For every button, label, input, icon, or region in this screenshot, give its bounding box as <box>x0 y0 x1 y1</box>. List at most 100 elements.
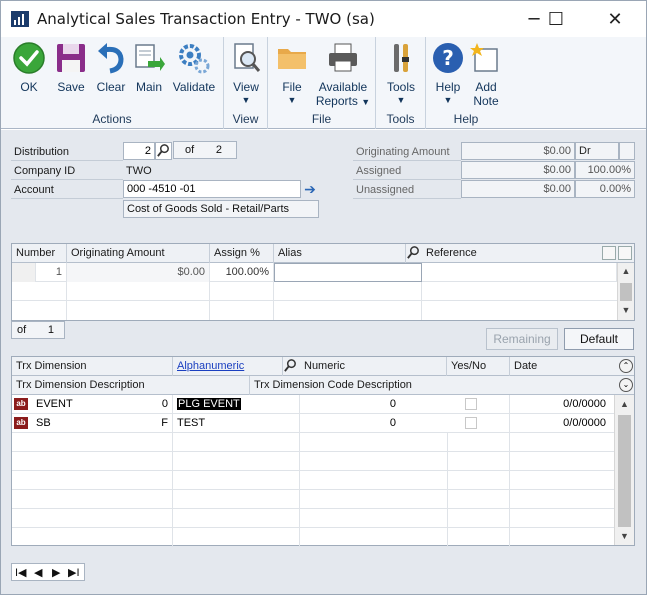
account-field[interactable]: 000 -4510 -01 <box>123 180 301 198</box>
dimension-scrollbar[interactable]: ▲ ▼ <box>614 395 634 545</box>
row-dimension: SB <box>36 417 51 429</box>
empty-cell <box>210 282 274 301</box>
help-question-icon: ? <box>433 43 463 73</box>
ribbon: OK Save Clear Main Validate Actions View… <box>1 37 646 129</box>
empty-cell <box>12 528 173 547</box>
row-assign-pct[interactable]: 100.00% <box>210 263 274 282</box>
tools-wrench-icon <box>394 44 409 72</box>
row-alphanumeric[interactable]: TEST <box>173 414 300 433</box>
maximize-button[interactable]: ☐ <box>533 1 579 37</box>
last-record-icon[interactable]: ▶I <box>68 566 80 579</box>
assignment-of-label: of <box>17 324 27 336</box>
expand-rows-icon[interactable]: ⌄ <box>619 378 633 392</box>
ok-label: OK <box>20 80 38 94</box>
table-row[interactable] <box>12 509 614 528</box>
col-alias: Alias <box>274 244 406 263</box>
help-group-label: Help <box>453 112 479 126</box>
table-row[interactable] <box>12 471 614 490</box>
file-chevron-down-icon: ▼ <box>287 95 297 105</box>
validate-button[interactable]: Validate <box>169 41 219 94</box>
tools-label: Tools <box>386 80 415 94</box>
row-yes-no-checkbox[interactable] <box>465 417 477 429</box>
scroll-thumb[interactable] <box>620 283 632 301</box>
scroll-down-icon[interactable]: ▼ <box>618 305 634 315</box>
empty-cell <box>173 490 300 509</box>
dimension-grid-header-2: Trx Dimension Description Trx Dimension … <box>12 376 634 395</box>
empty-cell <box>67 282 210 301</box>
empty-cell <box>173 452 300 471</box>
view-label: View <box>233 80 259 94</box>
remaining-button[interactable]: Remaining <box>486 328 558 350</box>
view-button[interactable]: View ▼ <box>228 41 264 105</box>
table-row[interactable] <box>12 282 617 301</box>
table-row[interactable] <box>12 528 614 547</box>
default-button[interactable]: Default <box>564 328 634 350</box>
tools-chevron-down-icon: ▼ <box>396 95 406 105</box>
ok-button[interactable]: OK <box>9 41 49 94</box>
distribution-lookup-icon[interactable] <box>155 142 172 160</box>
row-numeric[interactable]: 0 <box>300 414 400 433</box>
previous-record-icon[interactable]: ◀ <box>34 566 42 579</box>
add-note-label-2: Note <box>473 94 499 108</box>
empty-cell <box>173 433 300 452</box>
grid-view-icon[interactable] <box>602 246 616 260</box>
scroll-up-icon[interactable]: ▲ <box>618 266 634 276</box>
close-button[interactable]: ✕ <box>592 1 638 37</box>
row-alias[interactable] <box>274 263 422 282</box>
scroll-down-icon[interactable]: ▼ <box>615 531 634 541</box>
account-label: Account <box>11 181 123 199</box>
help-button[interactable]: ? Help ▼ <box>430 41 466 105</box>
scroll-thumb[interactable] <box>618 415 631 527</box>
distribution-field[interactable]: 2 <box>123 142 155 160</box>
table-row[interactable] <box>12 301 617 320</box>
row-date[interactable]: 0/0/0000 <box>510 414 610 433</box>
table-row[interactable] <box>12 452 614 471</box>
empty-cell <box>12 282 67 301</box>
row-selector[interactable] <box>12 263 36 282</box>
alias-lookup-icon[interactable] <box>406 245 422 261</box>
first-record-icon[interactable]: I◀ <box>15 566 27 579</box>
unassigned-pct: 0.00% <box>575 180 635 198</box>
next-record-icon[interactable]: ▶ <box>52 566 60 579</box>
file-folder-icon <box>278 49 306 69</box>
unassigned-label: Unassigned <box>353 181 461 199</box>
tools-button[interactable]: Tools ▼ <box>382 41 420 105</box>
table-row[interactable]: ab EVENT 0 PLG EVENT 0 0/0/0000 <box>12 395 614 414</box>
col-alphanumeric[interactable]: Alphanumeric <box>173 357 283 376</box>
main-button[interactable]: Main <box>131 41 167 94</box>
table-row[interactable]: ab SB F TEST 0 0/0/0000 <box>12 414 614 433</box>
alphanumeric-type-icon: ab <box>14 398 28 410</box>
file-button[interactable]: File ▼ <box>274 41 310 105</box>
add-note-button[interactable]: Add Note <box>468 41 504 108</box>
table-row[interactable] <box>12 433 614 452</box>
table-row[interactable] <box>12 490 614 509</box>
row-alphanumeric-cell[interactable]: PLG EVENT <box>173 395 300 414</box>
alphanumeric-link[interactable]: Alphanumeric <box>177 360 244 372</box>
empty-cell <box>173 471 300 490</box>
type-expand-icon[interactable] <box>619 142 635 160</box>
collapse-rows-icon[interactable]: ⌃ <box>619 359 633 373</box>
table-row[interactable]: 1 $0.00 100.00% <box>12 263 617 282</box>
scroll-up-icon[interactable]: ▲ <box>615 399 634 409</box>
grid-expand-icon[interactable] <box>618 246 632 260</box>
assignment-scrollbar[interactable]: ▲ ▼ <box>617 263 634 320</box>
originating-amount-type: Dr <box>575 142 619 160</box>
save-label: Save <box>57 80 85 94</box>
row-reference[interactable] <box>422 263 617 282</box>
available-reports-button[interactable]: Available Reports ▼ <box>314 41 372 108</box>
col-reference: Reference <box>426 247 477 259</box>
assignment-of-value: 1 <box>47 324 54 336</box>
row-alphanumeric[interactable]: PLG EVENT <box>177 398 241 410</box>
clear-button[interactable]: Clear <box>93 41 129 94</box>
account-expand-arrow-icon[interactable]: ➔ <box>302 181 318 197</box>
col-yes-no: Yes/No <box>447 357 510 376</box>
row-yes-no-checkbox[interactable] <box>465 398 477 410</box>
file-label: File <box>282 80 302 94</box>
save-button[interactable]: Save <box>53 41 89 94</box>
row-numeric[interactable]: 0 <box>300 395 400 414</box>
row-originating-amount: $0.00 <box>67 263 210 282</box>
tools-group-label: Tools <box>386 112 415 126</box>
alphanumeric-lookup-icon[interactable] <box>283 358 299 374</box>
col-assign-pct: Assign % <box>210 244 274 263</box>
row-date[interactable]: 0/0/0000 <box>510 395 610 414</box>
